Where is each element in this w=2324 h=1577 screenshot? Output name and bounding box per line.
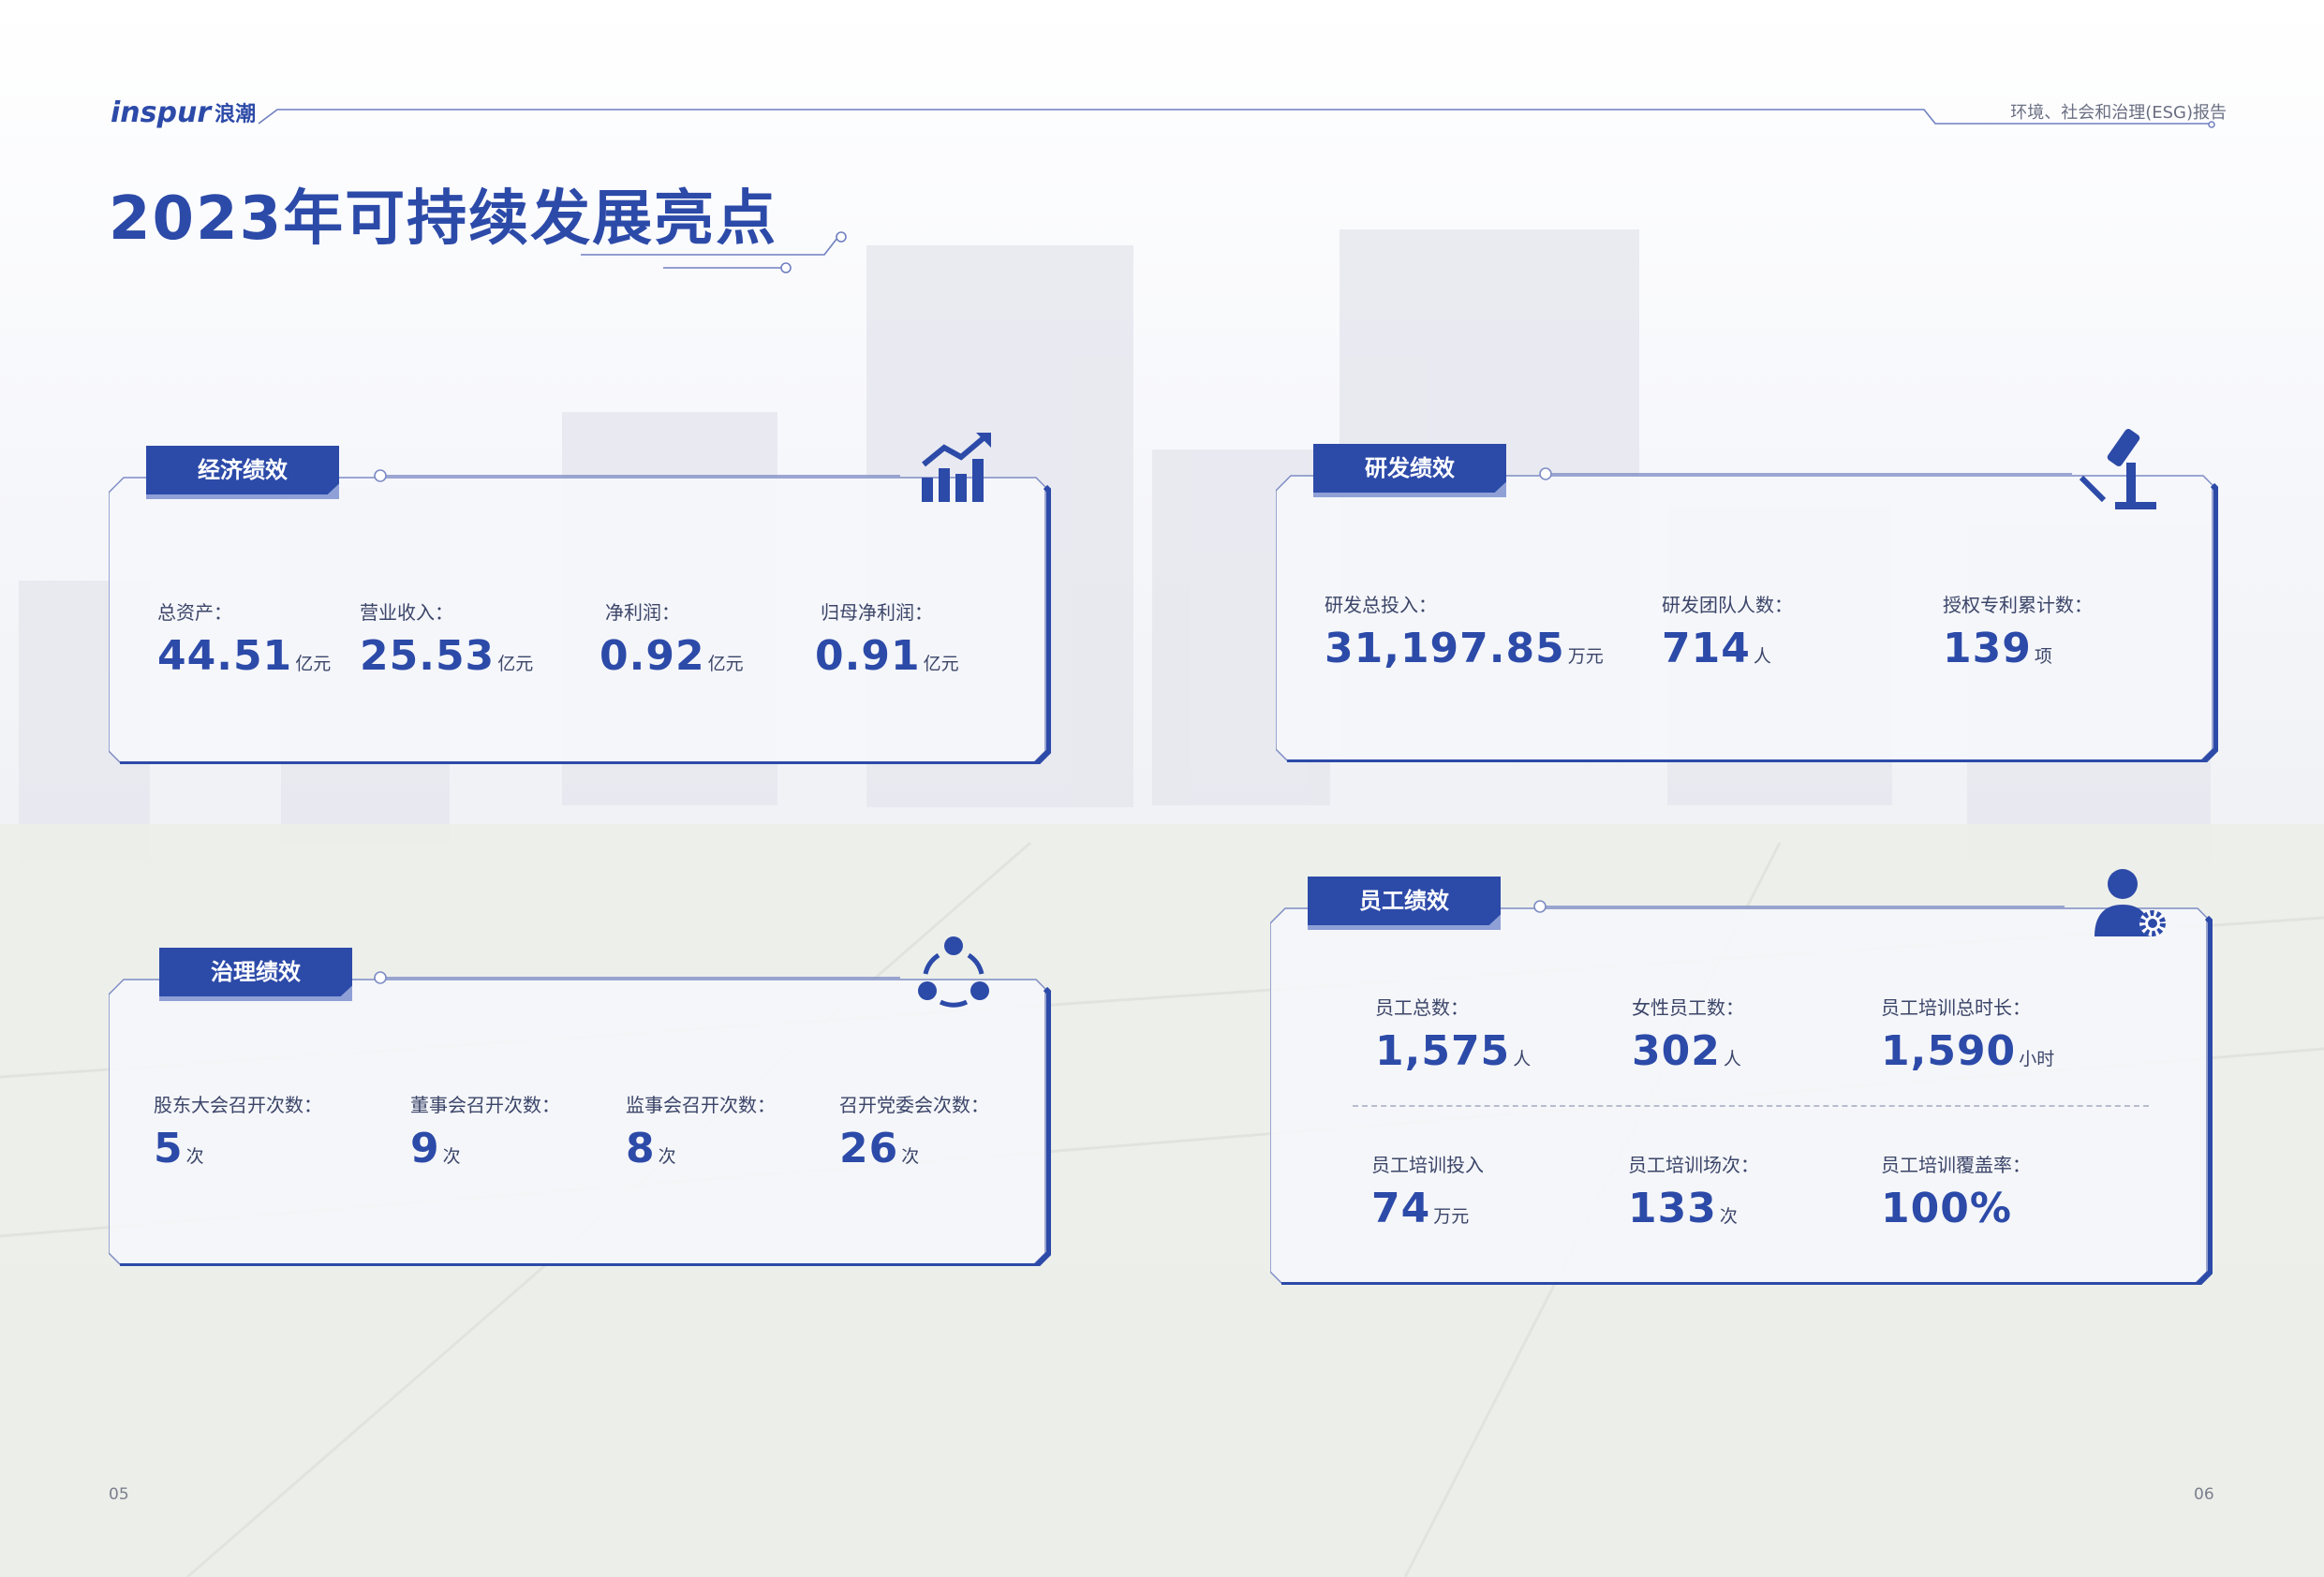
stat-shareholder-meetings: 股东大会召开次数： 5次 (154, 1094, 322, 1172)
stat-total-employees: 员工总数： 1,575 人 (1375, 996, 1532, 1075)
stat-rnd-team-size: 研发团队人数： 714 人 (1662, 594, 1793, 672)
person-gear-icon (2095, 869, 2166, 936)
stat-rnd-investment: 研发总投入： 31,197.85 万元 (1325, 594, 1604, 672)
stat-attributable-net-profit: 归母净利润： 0.91 亿元 (815, 601, 959, 680)
page-number-left: 05 (109, 1485, 129, 1504)
stat-supervisory-meetings: 监事会召开次数： 8次 (626, 1094, 776, 1172)
report-name: 环境、社会和治理(ESG)报告 (2010, 103, 2227, 123)
network-cycle-icon (918, 936, 989, 1008)
stat-total-assets: 总资产： 44.51 亿元 (157, 601, 332, 680)
rnd-card-title: 研发绩效 (1313, 444, 1506, 493)
stat-training-investment: 员工培训投入 74 万元 (1371, 1154, 1484, 1232)
stat-patents: 授权专利累计数： 139 项 (1943, 594, 2093, 672)
stat-board-meetings: 董事会召开次数： 9次 (410, 1094, 560, 1172)
growth-chart-icon (922, 433, 991, 502)
stat-training-hours: 员工培训总时长： 1,590 小时 (1881, 996, 2055, 1075)
employee-performance-card: 员工绩效 员工总数： 1,575 人 女性员工数： 302 人 员工培训总时长： 1… (1270, 869, 2213, 1285)
row-divider (1353, 1105, 2149, 1107)
stat-female-employees: 女性员工数： 302 人 (1632, 996, 1744, 1075)
microscope-icon (2079, 429, 2156, 509)
stat-party-committee-meetings: 召开党委会次数： 26 次 (839, 1094, 989, 1172)
economic-card-title: 经济绩效 (146, 446, 339, 494)
page-title: 2023年可持续发展亮点 (109, 184, 778, 254)
page-number-right: 06 (2194, 1485, 2214, 1504)
stat-net-profit: 净利润： 0.92 亿元 (600, 601, 744, 680)
employee-card-title: 员工绩效 (1308, 877, 1501, 925)
stat-training-sessions: 员工培训场次： 133 次 (1628, 1154, 1759, 1232)
governance-performance-card: 治理绩效 股东大会召开次数： 5次 董事会召开次数： 9次 监事会召开次数： 8… (109, 936, 1051, 1266)
rnd-performance-card: 研发绩效 研发总投入： 31,197.85 万元 研发团队人数： 714 人 授权专… (1276, 429, 2218, 762)
stat-revenue: 营业收入： 25.53 亿元 (360, 601, 534, 680)
governance-card-title: 治理绩效 (159, 948, 352, 996)
economic-performance-card: 经济绩效 总资产： 44.51 亿元 营业收入： 25.53 亿元 净利润： 0.9… (109, 433, 1051, 764)
stat-training-coverage: 员工培训覆盖率： 100% (1881, 1154, 2031, 1232)
